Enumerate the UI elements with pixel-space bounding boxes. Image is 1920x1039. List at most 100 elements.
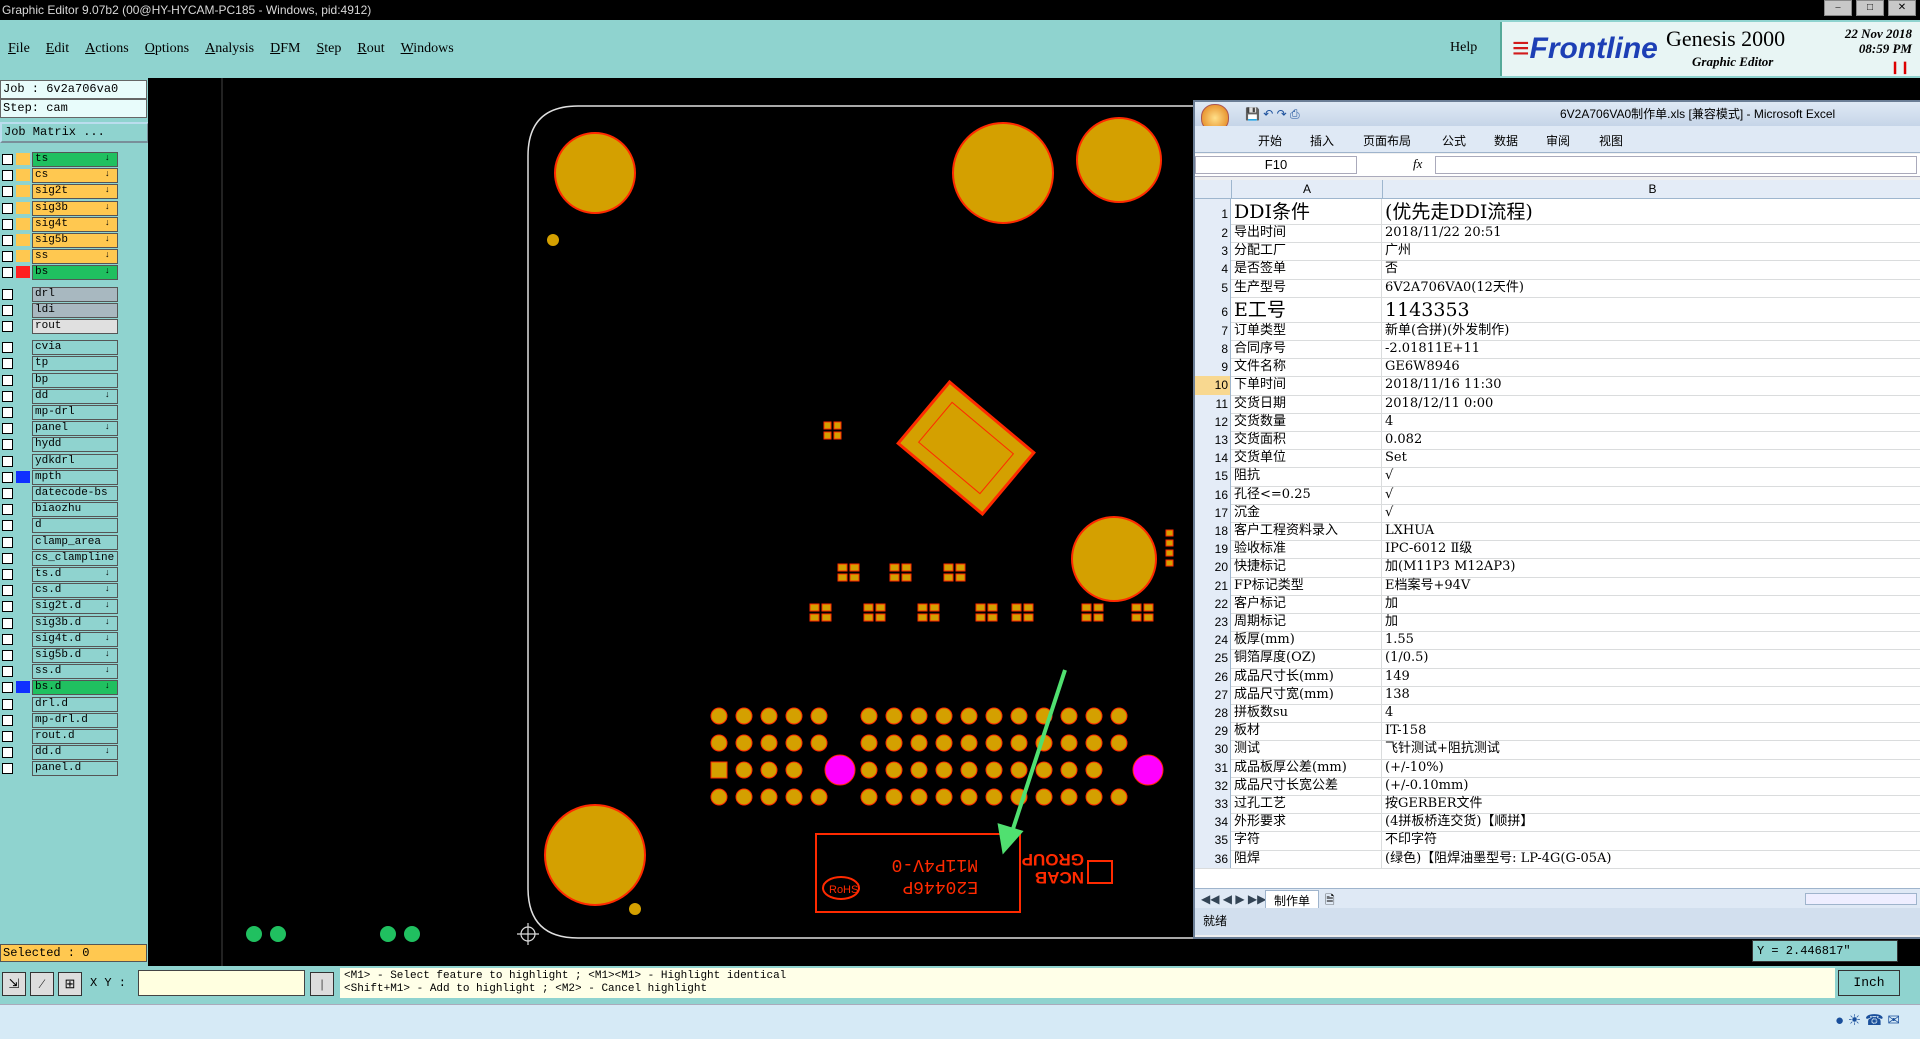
cell-b[interactable]: 按GERBER文件 (1383, 795, 1920, 813)
table-row[interactable]: 12 交货数量 4 (1195, 412, 1920, 432)
cell-b[interactable]: 4 (1383, 413, 1920, 431)
cell-b[interactable]: LXHUA (1383, 522, 1920, 540)
row-number[interactable]: 34 (1195, 813, 1231, 832)
table-row[interactable]: 23 周期标记加 (1195, 613, 1920, 633)
menu-help[interactable]: Help (1450, 40, 1477, 56)
menu-edit[interactable]: Edit (46, 41, 69, 57)
layer-checkbox[interactable] (2, 439, 13, 451)
tab-formulas[interactable]: 公式 (1442, 132, 1466, 149)
table-row[interactable]: 24 板厚(mm) 1.55 (1195, 631, 1920, 651)
table-row[interactable]: 29 板材 IT-158 (1195, 722, 1920, 742)
cell-a[interactable]: 快捷标记 (1232, 558, 1382, 577)
layer-checkbox[interactable] (2, 471, 13, 483)
table-row[interactable]: 6 E工号 1143353 (1195, 296, 1920, 323)
spreadsheet-grid[interactable]: A B 1 DDI条件 (优先走DDI流程) 2 导出时间 2018/11/22 20:5… (1195, 180, 1920, 888)
layer-checkbox[interactable] (2, 504, 13, 516)
layer-color-swatch[interactable] (16, 698, 30, 710)
layer-color-swatch[interactable] (16, 320, 30, 332)
layer-color-swatch[interactable] (16, 217, 30, 230)
layer-checkbox[interactable] (2, 455, 13, 467)
layer-color-swatch[interactable] (16, 487, 30, 499)
layer-checkbox[interactable] (2, 202, 13, 214)
menu-rout[interactable]: Rout (357, 41, 384, 57)
column-header-b[interactable]: B (1383, 180, 1920, 198)
layer-checkbox[interactable] (2, 763, 13, 775)
cell-b[interactable]: (+/-0.10mm) (1383, 777, 1920, 795)
table-row[interactable]: 28 拼板数su 4 (1195, 704, 1920, 724)
close-icon[interactable]: ✕ (1888, 0, 1916, 16)
layer-name[interactable]: biaozhu (32, 502, 118, 518)
row-number[interactable]: 27 (1195, 685, 1231, 704)
layer-name[interactable]: rout (32, 319, 118, 334)
table-row[interactable]: 3 分配工厂 广州 (1195, 242, 1920, 262)
layer-checkbox[interactable] (2, 170, 13, 182)
row-number[interactable]: 14 (1195, 449, 1231, 468)
layer-name[interactable]: mpth (32, 469, 118, 485)
layer-checkbox[interactable] (2, 288, 13, 300)
layer-color-swatch[interactable] (16, 519, 30, 531)
tray-icons[interactable]: ● ☀ ☎ ✉ (1835, 1011, 1900, 1030)
layer-checkbox[interactable] (2, 186, 13, 198)
cell-b[interactable]: (4拼板桥连交货)【顺拼】 (1383, 813, 1920, 831)
cell-b[interactable]: (+/-10%) (1383, 759, 1920, 777)
layer-checkbox[interactable] (2, 374, 13, 386)
menu-step[interactable]: Step (316, 41, 341, 57)
table-row[interactable]: 30 测试 飞针测试+阻抗测试 (1195, 740, 1920, 760)
cell-a[interactable]: 拼板数su (1232, 704, 1382, 723)
menu-options[interactable]: Options (145, 41, 189, 57)
cell-b[interactable]: E档案号+94V (1383, 577, 1920, 595)
layer-name[interactable]: cs_clampline (32, 550, 118, 566)
zoom-icon[interactable]: ⇲ (2, 972, 26, 996)
table-row[interactable]: 13 交货面积 0.082 (1195, 431, 1920, 451)
cell-a[interactable]: 阻抗 (1232, 467, 1382, 486)
layer-checkbox[interactable] (2, 682, 13, 694)
select-all-corner[interactable] (1195, 180, 1232, 198)
layer-name[interactable]: drl.d (32, 696, 118, 712)
table-row[interactable]: 26 成品尺寸长(mm) 149 (1195, 667, 1920, 687)
layer-checkbox[interactable] (2, 650, 13, 661)
cell-b[interactable]: 2018/12/11 0:00 (1383, 395, 1920, 413)
cell-b[interactable]: 6V2A706VA0(12天件) (1383, 279, 1920, 297)
cell-b[interactable]: 新单(合拼)(外发制作) (1383, 322, 1920, 340)
cell-b[interactable]: √ (1383, 486, 1920, 504)
layer-checkbox[interactable] (2, 601, 13, 613)
cell-a[interactable]: 周期标记 (1232, 613, 1382, 632)
cell-a[interactable]: 成品尺寸宽(mm) (1232, 685, 1382, 704)
cell-b[interactable]: 4 (1383, 704, 1920, 722)
tab-review[interactable]: 审阅 (1546, 132, 1570, 149)
row-number[interactable]: 30 (1195, 740, 1231, 759)
cell-b[interactable]: GE6W8946 (1383, 358, 1920, 376)
layer-color-swatch[interactable] (16, 762, 30, 774)
layer-color-swatch[interactable] (16, 665, 30, 677)
cell-b[interactable]: 1.55 (1383, 631, 1920, 649)
cell-b[interactable]: 加 (1383, 595, 1920, 613)
menu-analysis[interactable]: Analysis (205, 41, 254, 57)
table-row[interactable]: 15 阻抗 √ (1195, 467, 1920, 487)
cell-b[interactable]: 飞针测试+阻抗测试 (1383, 740, 1920, 758)
row-number[interactable]: 6 (1195, 296, 1231, 322)
menu-dfm[interactable]: DFM (270, 41, 300, 57)
layer-name[interactable]: cvia (32, 340, 118, 356)
layer-color-swatch[interactable] (16, 234, 30, 246)
layer-name[interactable]: hydd (32, 437, 118, 453)
layer-name[interactable]: mp-drl (32, 405, 118, 420)
column-header-a[interactable]: A (1232, 180, 1383, 198)
cell-a[interactable]: 交货数量 (1232, 412, 1382, 431)
layer-color-swatch[interactable] (16, 584, 30, 596)
horizontal-scrollbar[interactable] (1805, 893, 1917, 905)
row-number[interactable]: 28 (1195, 704, 1231, 723)
layer-name[interactable]: mp-drl.d (32, 712, 118, 728)
cell-b[interactable]: 2018/11/16 11:30 (1383, 376, 1920, 394)
cell-a[interactable]: 文件名称 (1232, 358, 1382, 377)
row-number[interactable]: 12 (1195, 412, 1231, 431)
layer-color-swatch[interactable] (16, 746, 30, 758)
row-number[interactable]: 17 (1195, 503, 1231, 522)
row-number[interactable]: 16 (1195, 485, 1231, 504)
cell-a[interactable]: 成品尺寸长(mm) (1232, 667, 1382, 686)
row-number[interactable]: 21 (1195, 576, 1231, 595)
layer-color-swatch[interactable] (16, 153, 30, 165)
table-row[interactable]: 27 成品尺寸宽(mm) 138 (1195, 685, 1920, 705)
tab-data[interactable]: 数据 (1494, 132, 1518, 149)
layer-color-swatch[interactable] (16, 455, 30, 467)
cell-b[interactable]: 149 (1383, 668, 1920, 686)
